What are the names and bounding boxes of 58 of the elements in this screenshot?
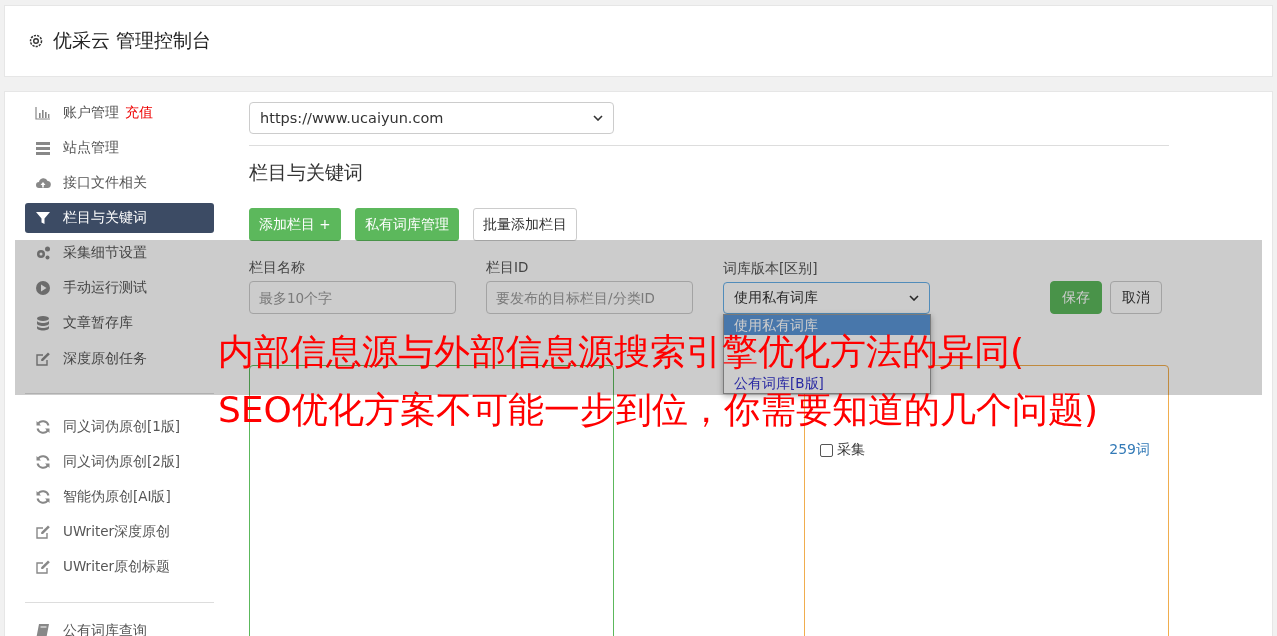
sidebar-item[interactable]: 栏目与关键词: [25, 203, 214, 233]
sidebar-item-label: 采集细节设置: [63, 244, 147, 263]
sidebar-item-label: 账户管理: [63, 103, 119, 122]
sidebar-item-label: 手动运行测试: [63, 279, 147, 298]
sidebar-item-label: 栏目与关键词: [63, 209, 147, 227]
sidebar-item-label: 接口文件相关: [63, 173, 147, 192]
chevron-down-icon: [909, 295, 919, 301]
dropdown-option[interactable]: 公有词库[B版]: [724, 373, 930, 393]
edit-icon: [35, 350, 51, 367]
field-label: 栏目ID: [486, 259, 530, 277]
server-icon: [35, 139, 51, 156]
sidebar-item-label: 同义词伪原创[2版]: [63, 452, 181, 471]
sidebar-item[interactable]: 接口文件相关: [25, 168, 214, 198]
sidebar-item-label: 智能伪原创[AI版]: [63, 487, 171, 506]
library-checkbox[interactable]: 采集: [820, 441, 866, 459]
overlay-title: 内部信息源与外部信息源搜索引擎优化方法的异同(: [218, 332, 1026, 372]
sidebar-item[interactable]: UWriter深度原创: [25, 517, 214, 547]
chevron-down-icon: [593, 115, 603, 121]
text-field[interactable]: 最多10个字: [249, 281, 456, 314]
recharge-link[interactable]: 充值: [125, 103, 153, 122]
filter-icon: [35, 210, 51, 226]
sidebar-item-label: 深度原创任务: [63, 349, 147, 368]
cancel-button[interactable]: 取消: [1110, 281, 1162, 314]
text-field[interactable]: 要发布的目标栏目/分类ID: [486, 281, 693, 314]
sidebar-item[interactable]: 文章暂存库: [25, 308, 214, 338]
checkbox[interactable]: [820, 443, 834, 457]
refresh-icon: [35, 453, 51, 470]
sidebar-item[interactable]: 同义词伪原创[1版]: [25, 412, 214, 442]
toolbar-button[interactable]: 批量添加栏目: [472, 208, 577, 241]
site-select[interactable]: https://www.ucaiyun.com: [249, 102, 614, 134]
field-label: 词库版本[区别]: [723, 260, 819, 278]
app-title: 优采云 管理控制台: [53, 28, 212, 53]
sidebar-item-label: 文章暂存库: [63, 314, 133, 333]
sidebar-item-label: UWriter原创标题: [63, 558, 171, 577]
database-icon: [35, 315, 51, 332]
version-select[interactable]: 使用私有词库: [723, 282, 930, 314]
refresh-icon: [35, 418, 51, 435]
sidebar-item-label: UWriter深度原创: [63, 523, 171, 542]
sidebar-item[interactable]: 深度原创任务: [25, 344, 214, 374]
edit-icon: [35, 524, 51, 541]
settings-icon: [27, 32, 45, 50]
sidebar-item[interactable]: 智能伪原创[AI版]: [25, 482, 214, 512]
bar-chart-icon: [35, 104, 51, 121]
edit-icon: [35, 559, 51, 576]
sidebar-item[interactable]: 手动运行测试: [25, 273, 214, 303]
sidebar-item-label: 站点管理: [63, 138, 119, 157]
refresh-icon: [35, 488, 51, 505]
sidebar-item[interactable]: 采集细节设置: [25, 238, 214, 268]
word-count: 259词: [1109, 441, 1150, 459]
section-title: 栏目与关键词: [249, 160, 364, 185]
play-circle-icon: [35, 280, 51, 297]
sidebar-item[interactable]: UWriter原创标题: [25, 552, 214, 582]
sidebar-item[interactable]: 站点管理: [25, 133, 214, 163]
gears-icon: [35, 245, 51, 262]
sidebar-item[interactable]: 账户管理 充值: [25, 98, 214, 128]
sidebar-item[interactable]: 同义词伪原创[2版]: [25, 447, 214, 477]
sidebar-item-label: 同义词伪原创[1版]: [63, 417, 181, 436]
field-label: 栏目名称: [249, 259, 306, 277]
